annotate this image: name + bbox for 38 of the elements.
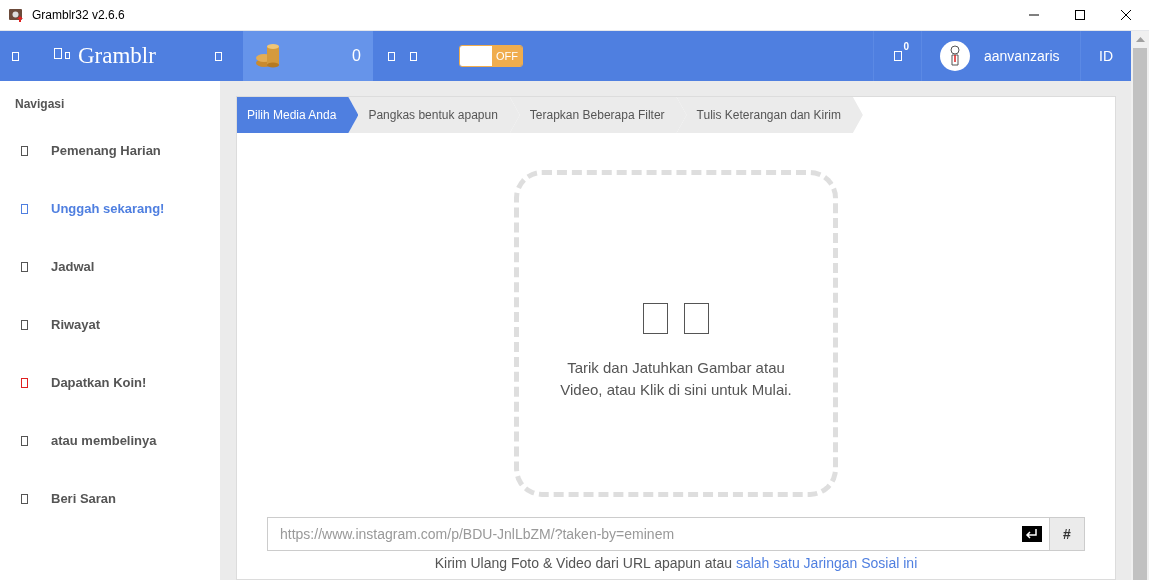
username: aanvanzaris — [984, 46, 1060, 66]
sidebar-item[interactable]: Jadwal — [0, 238, 220, 296]
wizard-step[interactable]: Tulis Keterangan dan Kirim — [676, 97, 863, 133]
sidebar-item[interactable]: atau membelinya — [0, 412, 220, 470]
app-icon — [8, 7, 24, 23]
nav-label: Jadwal — [51, 258, 95, 277]
sidebar-item[interactable]: Dapatkan Koin! — [0, 354, 220, 412]
maximize-icon — [1075, 10, 1085, 20]
nav-label: Dapatkan Koin! — [51, 374, 147, 393]
nav-label: Unggah sekarang! — [51, 200, 165, 219]
scrollbar-thumb[interactable] — [1133, 48, 1147, 580]
coins-icon — [254, 43, 281, 69]
notification-count: 0 — [903, 40, 909, 54]
nav-label: Riwayat — [51, 316, 101, 335]
wizard-step[interactable]: Pilih Media Anda — [237, 97, 359, 133]
sidebar-item[interactable]: Unggah sekarang! — [0, 180, 220, 238]
window-title: Gramblr32 v2.6.6 — [32, 7, 125, 24]
drop-instructions: Tarik dan Jatuhkan Gambar atau Video, atau Klik di sini untuk Mulai. — [559, 357, 793, 400]
social-networks-link[interactable]: salah satu Jaringan Sosial ini — [735, 555, 918, 571]
wizard-step[interactable]: Terapkan Beberapa Filter — [509, 97, 687, 133]
drop-zone[interactable]: Tarik dan Jatuhkan Gambar atau Video, atau Klik di sini untuk Mulai. — [514, 170, 838, 497]
avatar — [940, 41, 970, 71]
sidebar-item[interactable]: Beri Saran — [0, 470, 220, 528]
wizard-step[interactable]: Pangkas bentuk apapun — [348, 97, 520, 133]
enter-icon — [1022, 526, 1042, 542]
url-field[interactable]: https://www.instagram.com/p/BDU-JnlLbZM/?taken-by=eminem — [267, 517, 1050, 551]
footer-note: Kirim Ulang Foto & Video dari URL apapun atau salah satu Jaringan Sosial ini — [433, 554, 919, 573]
coin-count: 0 — [352, 46, 361, 66]
sidebar-item[interactable]: Pemenang Harian — [0, 122, 220, 180]
sidebar-heading: Navigasi — [15, 96, 66, 113]
close-icon — [1121, 10, 1131, 20]
scroll-up-icon — [1135, 37, 1145, 42]
sidebar-item[interactable]: Riwayat — [0, 296, 220, 354]
hashtag-button[interactable]: # — [1050, 517, 1085, 551]
nav-label: atau membelinya — [51, 432, 157, 451]
nav-label: Pemenang Harian — [51, 142, 161, 161]
brand-name: Gramblr — [78, 41, 156, 70]
nav-label: Beri Saran — [51, 490, 117, 509]
